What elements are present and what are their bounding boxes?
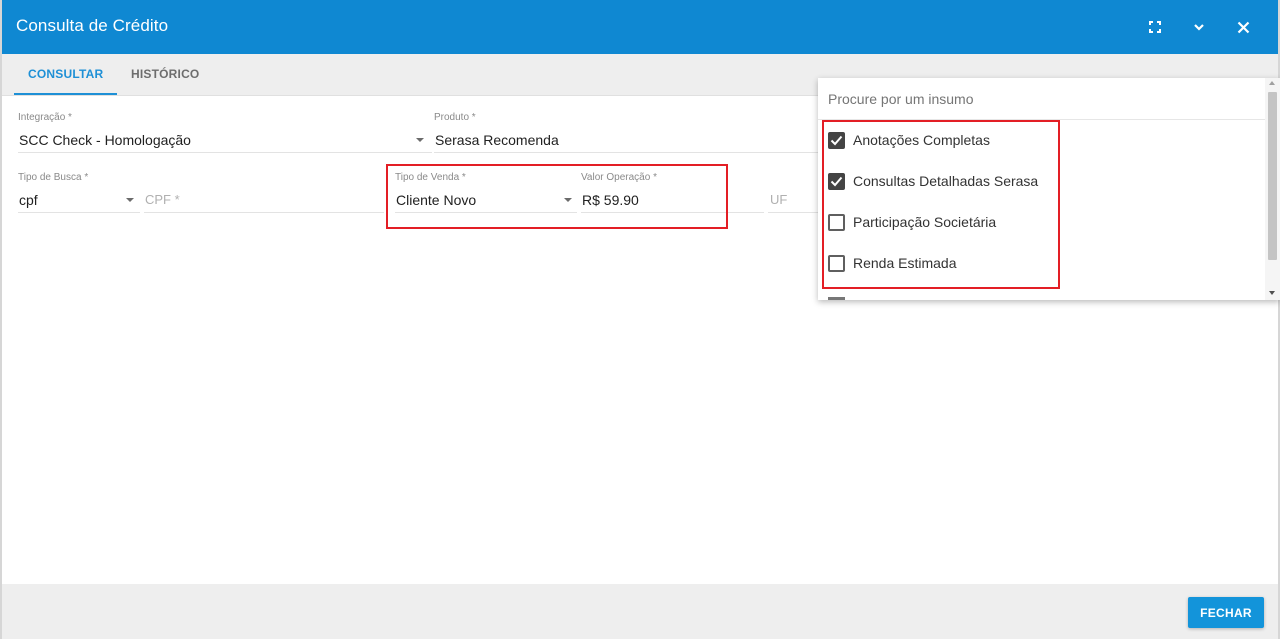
credit-query-dialog: Consulta de Crédito CONSULTAR HISTÓRICO … [0,0,1280,639]
tipo-busca-value: cpf [19,192,38,208]
checkbox-unchecked-icon[interactable] [828,213,845,231]
integracao-value: SCC Check - Homologação [19,132,191,148]
insumo-option-label: Renda Estimada [853,255,957,271]
close-button[interactable]: FECHAR [1188,597,1264,628]
produto-select[interactable]: Produto * Serasa Recomenda [434,112,818,154]
checkbox-checked-icon[interactable] [828,131,845,149]
valor-operacao-value: R$ 59.90 [582,192,639,208]
produto-label: Produto * [434,112,476,123]
insumo-search-placeholder: Procure por um insumo [828,91,974,107]
insumo-dropdown: Procure por um insumo Anotações Completa… [818,78,1280,300]
caret-down-icon [126,198,134,202]
insumo-option-label: Participação Societária [853,214,997,230]
scroll-up-icon[interactable] [1269,81,1275,85]
tipo-busca-underline [18,212,140,213]
integracao-underline [18,152,432,153]
insumo-option-label: Anotações Completas [853,132,990,148]
tipo-busca-label: Tipo de Busca * [18,172,89,183]
tab-consultar[interactable]: CONSULTAR [14,54,118,95]
insumo-option-label: Consultas Detalhadas Serasa [853,173,1039,189]
produto-underline [434,152,818,153]
scrollbar-thumb[interactable] [1268,92,1277,260]
tipo-venda-label: Tipo de Venda * [395,172,466,183]
insumo-search[interactable]: Procure por um insumo [818,78,1265,120]
dialog-title: Consulta de Crédito [16,16,169,35]
checkbox-unchecked-icon[interactable] [828,254,845,272]
uf-field[interactable]: UF [768,172,818,214]
dialog-footer: FECHAR [2,584,1278,639]
checkbox-checked-icon[interactable] [828,172,845,190]
close-icon[interactable] [1229,13,1257,41]
caret-down-icon [564,198,572,202]
insumo-option-renda[interactable]: Renda Estimada [828,251,957,275]
insumo-option-partial [828,297,845,300]
integracao-select[interactable]: Integração * SCC Check - Homologação [18,112,432,154]
valor-operacao-label: Valor Operação * [581,172,657,183]
cpf-placeholder: CPF * [145,192,180,207]
dropdown-scrollbar[interactable] [1265,78,1280,300]
uf-placeholder: UF [770,192,788,207]
valor-operacao-underline [581,212,764,213]
tipo-venda-value: Cliente Novo [396,192,477,208]
tipo-busca-select[interactable]: Tipo de Busca * cpf [18,172,140,214]
uf-underline [768,212,818,213]
insumo-option-consultas[interactable]: Consultas Detalhadas Serasa [828,169,1038,193]
scroll-down-icon[interactable] [1269,291,1275,295]
integracao-label: Integração * [18,112,72,123]
chevron-down-icon[interactable] [1185,13,1213,41]
tipo-venda-underline [395,212,577,213]
insumo-option-anotacoes[interactable]: Anotações Completas [828,128,990,152]
tab-historico[interactable]: HISTÓRICO [117,54,213,95]
produto-value: Serasa Recomenda [435,132,559,148]
cpf-field[interactable]: CPF * [144,172,384,214]
caret-down-icon [416,138,424,142]
insumo-option-participacao[interactable]: Participação Societária [828,210,996,234]
tipo-venda-select[interactable]: Tipo de Venda * Cliente Novo [395,172,577,214]
cpf-underline [144,212,384,213]
valor-operacao-field[interactable]: Valor Operação * R$ 59.90 [581,172,764,214]
fullscreen-icon[interactable] [1141,13,1169,41]
dialog-titlebar: Consulta de Crédito [2,0,1278,54]
